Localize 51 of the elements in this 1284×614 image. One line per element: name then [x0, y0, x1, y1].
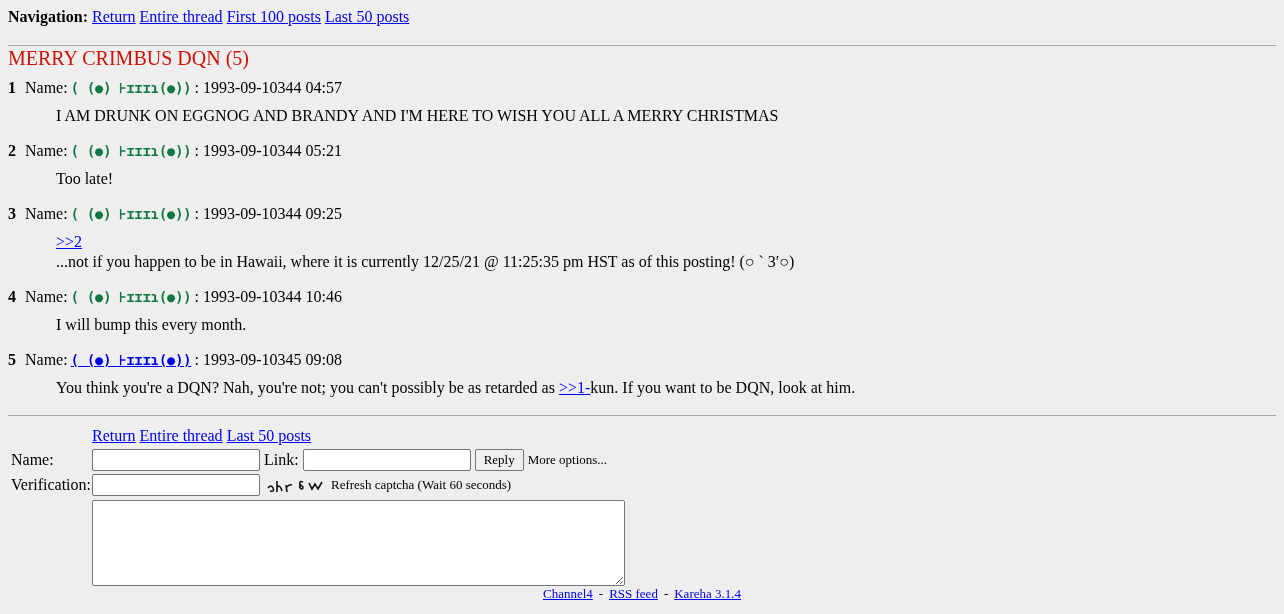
quote-link[interactable]: >>2	[56, 233, 83, 250]
comment-text-field[interactable]	[92, 500, 625, 586]
separator-text: -	[663, 586, 669, 601]
post-number: 3	[8, 205, 16, 222]
nav-link[interactable]: First 100 posts	[226, 8, 321, 25]
name-label: Name:	[10, 450, 55, 470]
nav-link[interactable]: Return	[92, 427, 136, 444]
name-label: Name:	[25, 142, 68, 159]
footer-link[interactable]: Channel4	[542, 586, 593, 601]
post-date: : 1993-09-10344 05:21	[194, 142, 342, 159]
poster-name-link[interactable]: ( (●) ⊦ɪɪɪɿ(●))	[70, 352, 192, 368]
post-date: : 1993-09-10345 09:08	[194, 351, 342, 368]
link-input-field[interactable]	[302, 449, 471, 471]
post-date: : 1993-09-10344 04:57	[194, 79, 342, 96]
post-text: I will bump this every month.	[56, 315, 248, 335]
link-label: Link:	[264, 451, 299, 469]
name-input-field[interactable]	[92, 449, 260, 471]
post-number: 2	[8, 142, 16, 159]
thread-title: MERRY CRIMBUS DQN (5)	[8, 46, 250, 70]
verification-input-field[interactable]	[92, 474, 260, 496]
poster-name: ( (●) ⊦ɪɪɪɿ(●))	[70, 143, 192, 159]
name-label: Name:	[25, 205, 68, 222]
poster-name: ( (●) ⊦ɪɪɪɿ(●))	[70, 206, 192, 222]
poster-name: ( (●) ⊦ɪɪɪɿ(●))	[70, 289, 192, 305]
post-number: 1	[8, 79, 16, 96]
post-text: Too late!	[56, 169, 115, 189]
verification-label: Verification:	[10, 475, 92, 495]
name-label: Name:	[25, 351, 68, 368]
captcha-note: Refresh captcha (Wait 60 seconds)	[331, 477, 512, 493]
nav-link[interactable]: Return	[92, 8, 136, 25]
name-label: Name:	[25, 79, 68, 96]
reply-button[interactable]: Reply	[474, 449, 524, 471]
name-label: Name:	[25, 288, 68, 305]
footer-link[interactable]: RSS feed	[609, 586, 658, 601]
post-number: 4	[8, 288, 16, 305]
nav-link[interactable]: Last 50 posts	[324, 8, 410, 25]
post-text: I AM DRUNK ON EGGNOG AND BRANDY AND I'M HERE TO WISH YOU ALL A MERRY CHRISTMAS	[56, 106, 780, 126]
more-options-text[interactable]: More options...	[527, 452, 608, 468]
nav-link[interactable]: Entire thread	[139, 427, 223, 444]
post-date: : 1993-09-10344 10:46	[194, 288, 342, 305]
navigation-label: Navigation:	[8, 8, 88, 25]
nav-link[interactable]: Entire thread	[139, 8, 223, 25]
post-date: : 1993-09-10344 09:25	[194, 205, 342, 222]
post-text: You think you're a DQN? Nah, you're not; you can't possibly be as retarded as >>1-kun. If you want to be DQN, look at him.	[56, 378, 857, 398]
poster-name: ( (●) ⊦ɪɪɪɿ(●))	[70, 80, 192, 96]
footer-link[interactable]: Kareha 3.1.4	[674, 586, 741, 601]
quote-link[interactable]: >>1-	[558, 379, 591, 396]
post-number: 5	[8, 351, 16, 368]
nav-link[interactable]: Last 50 posts	[226, 427, 312, 444]
post-text: ...not if you happen to be in Hawaii, where it is currently 12/25/21 @ 11:25:35 pm HST as of this posting! (○ ` 3′○)	[56, 252, 796, 272]
separator-text: -	[598, 586, 604, 601]
